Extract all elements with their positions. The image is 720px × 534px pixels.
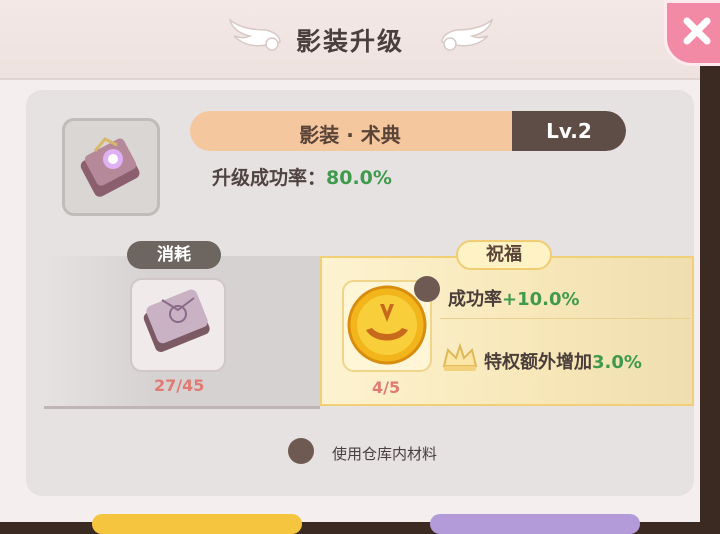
bonus-privilege-label: 特权额外增加 <box>484 352 592 373</box>
success-rate-value: 80.0% <box>326 167 392 189</box>
bottom-button-left[interactable] <box>92 514 302 534</box>
warehouse-label: 使用仓库内材料 <box>332 445 438 463</box>
privilege-crown-icon <box>442 342 478 371</box>
bonus-privilege: 特权额外增加3.0% <box>484 348 642 374</box>
blessing-tag: 祝福 <box>456 240 552 270</box>
equipment-name: 影装 · 术典 <box>299 123 401 147</box>
bonus-success-label: 成功率 <box>448 289 502 310</box>
equipment-name-bar: 影装 · 术典 Lv.2 <box>190 111 626 151</box>
bonus-privilege-value: 3.0% <box>592 352 642 373</box>
blessing-count: 4/5 <box>372 378 401 397</box>
equipment-thumbnail[interactable] <box>62 118 160 216</box>
success-rate: 升级成功率：80.0% <box>212 163 392 190</box>
success-rate-label: 升级成功率： <box>212 167 327 189</box>
consume-tag: 消耗 <box>127 241 221 269</box>
warehouse-checkbox[interactable] <box>288 438 314 464</box>
close-button[interactable] <box>664 0 720 66</box>
spellbook-icon <box>80 137 140 197</box>
book-material-icon <box>143 289 210 352</box>
dialog-title: 影装升级 <box>295 27 404 56</box>
bonus-success-value: +10.0% <box>502 289 580 310</box>
blessing-toggle-radio[interactable] <box>414 276 440 302</box>
material-count: 27/45 <box>154 376 205 395</box>
close-icon <box>683 17 711 45</box>
level-badge: Lv.2 <box>512 111 626 151</box>
wing-right-icon <box>441 18 494 51</box>
bonus-success-rate: 成功率+10.0% <box>448 285 580 311</box>
material-book-slot[interactable] <box>130 278 226 372</box>
bottom-button-right[interactable] <box>430 514 640 534</box>
bonus-divider <box>440 318 690 319</box>
